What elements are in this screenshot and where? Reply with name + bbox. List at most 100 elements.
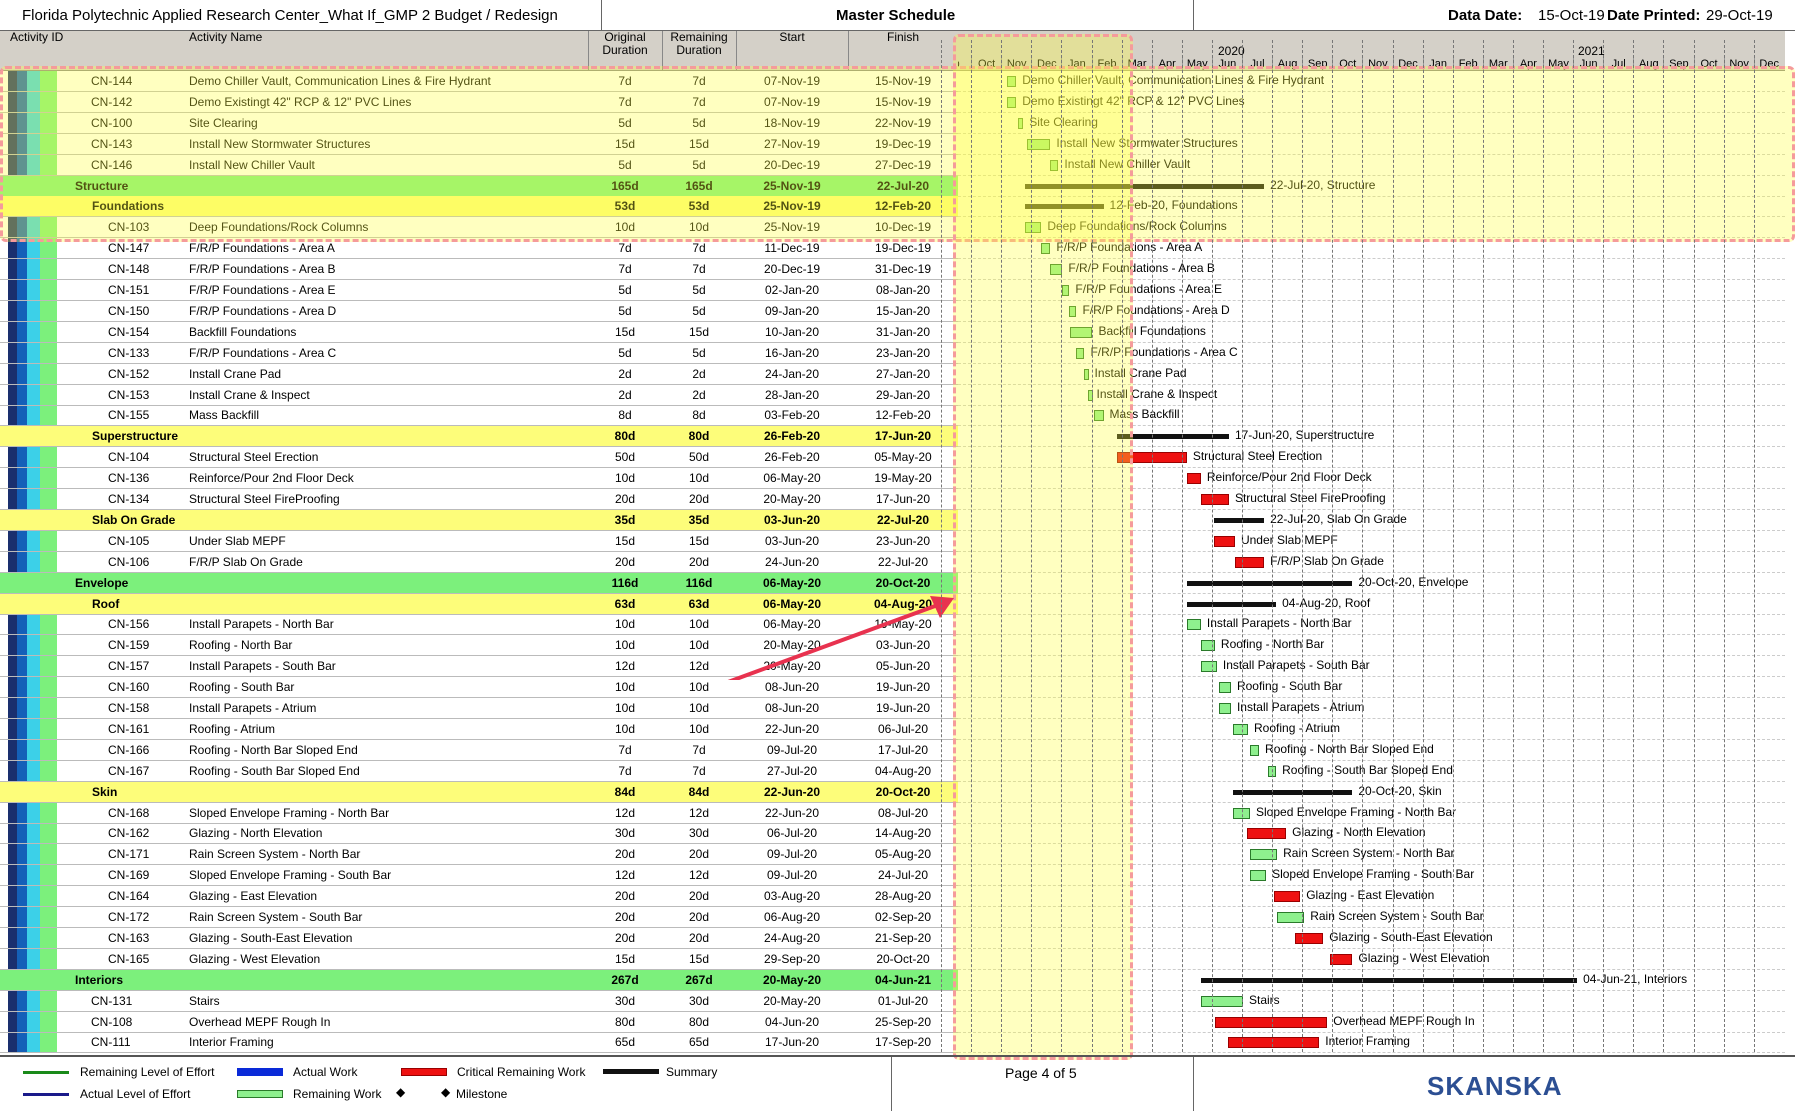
remaining-duration: 10d — [688, 680, 710, 695]
project-title: Florida Polytechnic Applied Research Cen… — [22, 7, 558, 24]
group-name: Roof — [92, 596, 120, 611]
activity-id: CN-171 — [108, 847, 150, 862]
activity-name: Roofing - South Bar — [189, 680, 295, 695]
table-row[interactable]: CN-106 F/R/P Slab On Grade 20d 20d 24-Jun-20… — [0, 552, 958, 573]
table-row[interactable]: CN-161 Roofing - Atrium 10d 10d 22-Jun-20 06-… — [0, 719, 958, 740]
remaining-duration: 5d — [692, 345, 706, 360]
activity-id: CN-111 — [91, 1035, 131, 1050]
table-row[interactable]: CN-104 Structural Steel Erection 50d 50d 26-… — [0, 447, 958, 469]
data-date-label: Data Date: — [1448, 7, 1523, 24]
critical-bar[interactable] — [1330, 953, 1353, 965]
start-date: 17-Jun-20 — [764, 1035, 820, 1050]
remaining-duration: 267d — [685, 972, 713, 987]
table-row[interactable]: CN-169 Sloped Envelope Framing - South Ba… — [0, 865, 958, 887]
remaining-duration: 80d — [688, 429, 710, 444]
table-row[interactable]: CN-160 Roofing - South Bar 10d 10d 08-Jun-20… — [0, 677, 958, 699]
table-row[interactable]: CN-151 F/R/P Foundations - Area E 5d 5d 02-J… — [0, 280, 958, 301]
col-original-duration[interactable]: Original Duration — [588, 31, 662, 57]
bar-label: F/R/P Slab On Grade — [1270, 553, 1384, 568]
bar-label: Under Slab MEPF — [1240, 532, 1338, 547]
col-activity-id[interactable]: Activity ID — [10, 31, 63, 44]
start-date: 20-May-20 — [762, 972, 822, 987]
summary-bar[interactable] — [1200, 977, 1578, 983]
activity-id: CN-150 — [108, 303, 150, 318]
table-row[interactable]: CN-108 Overhead MEPF Rough In 80d 80d 04-Jun… — [0, 1012, 958, 1033]
start-date: 06-May-20 — [762, 575, 822, 590]
critical-bar[interactable] — [1214, 1016, 1328, 1028]
critical-bar[interactable] — [1200, 494, 1229, 505]
original-duration: 20d — [614, 910, 636, 924]
col-activity-name[interactable]: Activity Name — [189, 31, 262, 44]
table-row[interactable]: CN-134 Structural Steel FireProofing 20d 20… — [0, 489, 958, 510]
table-row[interactable]: CN-133 F/R/P Foundations - Area C 5d 5d 16-J… — [0, 343, 958, 364]
col-start[interactable]: Start — [736, 31, 848, 44]
activity-name: Rain Screen System - South Bar — [189, 910, 363, 924]
remaining-bar[interactable] — [1250, 744, 1260, 756]
month-gridline — [1211, 40, 1213, 1052]
table-row[interactable]: CN-153 Install Crane & Inspect 2d 2d 28-Jan-… — [0, 385, 958, 406]
table-row[interactable]: CN-105 Under Slab MEPF 15d 15d 03-Jun-20 23-J… — [0, 531, 958, 552]
table-row[interactable]: CN-171 Rain Screen System - North Bar 20d 2… — [0, 844, 958, 866]
remaining-bar[interactable] — [1218, 682, 1231, 694]
critical-bar[interactable] — [1274, 891, 1301, 903]
summary-bar[interactable] — [1232, 789, 1353, 795]
table-row[interactable]: CN-165 Glazing - West Elevation 15d 15d 29-S… — [0, 949, 958, 970]
remaining-bar[interactable] — [1200, 995, 1243, 1007]
table-row[interactable]: CN-131 Stairs 30d 30d 20-May-20 01-Jul-20 — [0, 991, 958, 1012]
original-duration: 7d — [618, 241, 632, 256]
original-duration: 8d — [618, 408, 632, 423]
activity-name: Roofing - North Bar — [189, 638, 293, 653]
critical-bar[interactable] — [1213, 535, 1235, 547]
table-row[interactable]: CN-152 Install Crane Pad 2d 2d 24-Jan-20 27-J… — [0, 364, 958, 385]
table-row[interactable]: CN-167 Roofing - South Bar Sloped End 7d 7d… — [0, 761, 958, 782]
table-row[interactable]: CN-148 F/R/P Foundations - Area B 7d 7d 20-D… — [0, 259, 958, 281]
remaining-duration: 7d — [692, 742, 706, 757]
activity-id: CN-161 — [108, 721, 150, 736]
table-row[interactable]: CN-172 Rain Screen System - South Bar 20d 2… — [0, 907, 958, 928]
critical-bar[interactable] — [1234, 556, 1265, 568]
table-row[interactable]: CN-164 Glazing - East Elevation 20d 20d 03-A… — [0, 886, 958, 908]
table-row[interactable]: CN-154 Backfill Foundations 15d 15d 10-Jan-2… — [0, 322, 958, 343]
remaining-bar[interactable] — [1250, 870, 1267, 882]
bar-label: 04-Jun-21, Interiors — [1583, 971, 1688, 986]
critical-bar[interactable] — [1247, 828, 1287, 840]
legend-remaining-work: Remaining Work — [293, 1087, 382, 1101]
remaining-bar[interactable] — [1277, 912, 1305, 923]
col-remaining-duration[interactable]: Remaining Duration — [662, 31, 736, 57]
activity-id: CN-147 — [108, 241, 150, 256]
activity-id: CN-136 — [108, 471, 150, 486]
bar-label: Roofing - Atrium — [1254, 720, 1341, 735]
critical-bar[interactable] — [1295, 932, 1324, 944]
table-row[interactable]: CN-155 Mass Backfill 8d 8d 03-Feb-20 12-Feb-2… — [0, 405, 958, 427]
month-gridline — [1362, 40, 1364, 1052]
milestone-icon: ◆ — [441, 1085, 451, 1099]
table-row[interactable]: CN-158 Install Parapets - Atrium 10d 10d 08-… — [0, 698, 958, 719]
remaining-bar[interactable] — [1200, 661, 1217, 673]
summary-bar[interactable] — [1213, 517, 1265, 523]
remaining-bar[interactable] — [1218, 703, 1231, 714]
critical-bar[interactable] — [1186, 473, 1201, 485]
table-row[interactable]: CN-150 F/R/P Foundations - Area D 5d 5d 09-J… — [0, 301, 958, 322]
remaining-duration: 10d — [688, 471, 710, 486]
table-row[interactable]: CN-162 Glazing - North Elevation 30d 30d 06-… — [0, 823, 958, 845]
group-row[interactable]: Superstructure 80d 80d 26-Feb-20 17-Jun-20 — [0, 426, 958, 448]
remaining-bar[interactable] — [1186, 619, 1201, 631]
bar-label: 20-Oct-20, Skin — [1358, 783, 1442, 798]
legend-actual-work: Actual Work — [293, 1065, 358, 1079]
remaining-duration: 35d — [688, 512, 710, 527]
start-date: 28-Jan-20 — [764, 387, 820, 402]
summary-bar[interactable] — [1186, 601, 1277, 607]
group-row[interactable]: Skin 84d 84d 22-Jun-20 20-Oct-20 — [0, 781, 958, 803]
table-row[interactable]: CN-166 Roofing - North Bar Sloped End 7d 7d… — [0, 740, 958, 761]
table-row[interactable]: CN-168 Sloped Envelope Framing - North Ba… — [0, 803, 958, 824]
remaining-duration: 12d — [688, 868, 710, 883]
remaining-duration: 15d — [688, 951, 710, 966]
table-row[interactable]: CN-163 Glazing - South-East Elevation 20d 2… — [0, 928, 958, 949]
table-row[interactable]: CN-111 Interior Framing 65d 65d 17-Jun-20 17-… — [0, 1032, 958, 1054]
table-row[interactable]: CN-136 Reinforce/Pour 2nd Floor Deck 10d 10… — [0, 468, 958, 490]
group-row[interactable]: Interiors 267d 267d 20-May-20 04-Jun-21 — [0, 969, 958, 991]
activity-id: CN-164 — [108, 889, 150, 904]
group-row[interactable]: Slab On Grade 35d 35d 03-Jun-20 22-Jul-20 — [0, 509, 958, 531]
month-gridline — [1242, 40, 1243, 1052]
remaining-bar[interactable] — [1232, 723, 1249, 735]
